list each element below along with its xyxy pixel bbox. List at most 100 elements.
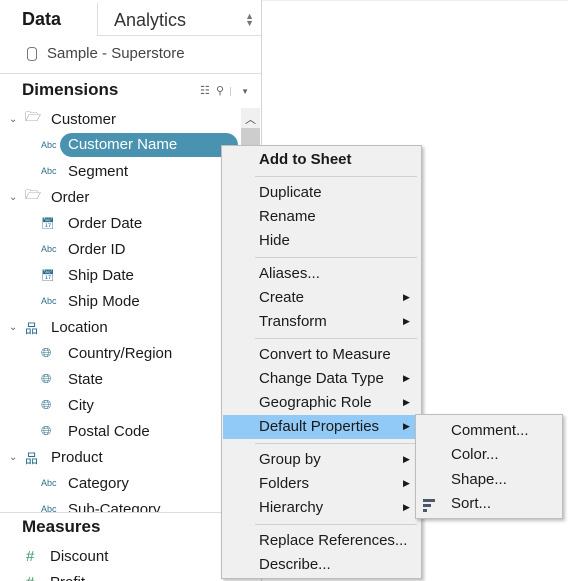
calendar-icon: 📅︎: [41, 269, 55, 282]
globe-icon: 🌐︎: [41, 423, 52, 438]
field-order-id[interactable]: Abc Order ID: [0, 236, 240, 262]
field-label: Order ID: [68, 240, 126, 258]
chevron-down-icon[interactable]: ⌄: [9, 452, 19, 463]
menu-item-default-properties[interactable]: Default Properties ▶: [223, 415, 421, 439]
menu-item-hierarchy[interactable]: Hierarchy ▶: [223, 496, 421, 520]
menu-item-group-by[interactable]: Group by ▶: [223, 448, 421, 472]
string-type-icon: Abc: [41, 296, 57, 306]
menu-item-describe[interactable]: Describe...: [223, 553, 421, 577]
submenu-arrow-icon: ▶: [403, 373, 410, 383]
view-list-icon[interactable]: ☷: [200, 85, 210, 97]
field-ship-date[interactable]: 📅︎ Ship Date: [0, 262, 240, 288]
field-label: Product: [51, 448, 103, 466]
field-label: Ship Mode: [68, 292, 140, 310]
hierarchy-icon: 品: [25, 320, 39, 336]
menu-item-change-data-type[interactable]: Change Data Type ▶: [223, 367, 421, 391]
measure-profit[interactable]: #Profit: [0, 569, 240, 581]
chevron-down-icon[interactable]: ⌄: [9, 114, 19, 125]
submenu-item-comment[interactable]: Comment...: [416, 419, 562, 443]
measures-title: Measures: [22, 517, 101, 536]
submenu-arrow-icon: ▶: [403, 502, 410, 512]
datasource-label: Sample - Superstore: [47, 45, 185, 62]
field-customer[interactable]: ⌄ 🗁 Customer: [0, 106, 240, 132]
chevron-down-icon[interactable]: ⌄: [9, 322, 19, 333]
field-product[interactable]: ⌄ 品 Product: [0, 444, 240, 470]
menu-item-aliases[interactable]: Aliases...: [223, 262, 421, 286]
menu-item-folders[interactable]: Folders ▶: [223, 472, 421, 496]
menu-item-label: Duplicate: [259, 184, 322, 201]
submenu-item-label: Comment...: [451, 422, 529, 439]
menu-item-label: Hide: [259, 232, 290, 249]
context-menu: Add to Sheet Duplicate Rename Hide Aliases..…: [221, 145, 422, 579]
field-label: State: [68, 370, 104, 388]
field-label: City: [68, 396, 94, 414]
menu-separator: [255, 524, 417, 525]
tab-data[interactable]: Data: [22, 9, 61, 30]
field-order[interactable]: ⌄ 🗁 Order: [0, 184, 240, 210]
menu-item-label: Convert to Measure: [259, 346, 391, 363]
submenu-item-color[interactable]: Color...: [416, 443, 562, 467]
sort-icon: [423, 498, 435, 512]
submenu-arrow-icon: ▶: [403, 292, 410, 302]
menu-item-create[interactable]: Create ▶: [223, 286, 421, 310]
submenu-item-sort[interactable]: Sort...: [416, 492, 562, 516]
globe-icon: 🌐︎: [41, 371, 52, 386]
menu-separator: [255, 176, 417, 177]
menu-separator: [255, 338, 417, 339]
field-postal-code[interactable]: 🌐︎ Postal Code: [0, 418, 240, 444]
submenu-arrow-icon: ▶: [403, 316, 410, 326]
menu-item-rename[interactable]: Rename: [223, 205, 421, 229]
sort-updown-icon: ▲ ▼: [245, 11, 254, 28]
menu-item-transform[interactable]: Transform ▶: [223, 310, 421, 334]
field-label: Country/Region: [68, 344, 173, 362]
menu-item-convert-to-measure[interactable]: Convert to Measure: [223, 343, 421, 367]
search-icon[interactable]: ⚲: [216, 85, 224, 97]
submenu-arrow-icon: ▶: [403, 397, 410, 407]
datasource-item[interactable]: Sample - Superstore: [27, 45, 185, 62]
selected-field-pill[interactable]: Customer Name: [60, 133, 238, 157]
field-label: Location: [51, 318, 108, 336]
menu-item-label: Transform: [259, 313, 327, 330]
string-type-icon: Abc: [41, 478, 57, 488]
number-type-icon: #: [26, 547, 35, 565]
measure-discount[interactable]: # Discount: [0, 543, 240, 569]
field-category[interactable]: Abc Category: [0, 470, 240, 496]
field-ship-mode[interactable]: Abc Ship Mode: [0, 288, 240, 314]
field-location[interactable]: ⌄ 品 Location: [0, 314, 240, 340]
globe-icon: 🌐︎: [41, 345, 52, 360]
menu-item-duplicate[interactable]: Duplicate: [223, 181, 421, 205]
submenu-arrow-icon: ▶: [403, 454, 410, 464]
menu-item-add-to-sheet[interactable]: Add to Sheet: [223, 148, 421, 172]
string-type-icon: Abc: [41, 166, 57, 176]
field-customer-name[interactable]: Abc Customer Name: [0, 132, 240, 158]
field-city[interactable]: 🌐︎ City: [0, 392, 240, 418]
field-state[interactable]: 🌐︎ State: [0, 366, 240, 392]
calendar-icon: 📅︎: [41, 217, 55, 230]
scroll-up-icon[interactable]: ︿: [245, 111, 256, 127]
dimension-tools: ☷ ⚲ ▼: [200, 84, 249, 97]
field-label: Order: [51, 188, 90, 206]
field-order-date[interactable]: 📅︎ Order Date: [0, 210, 240, 236]
folder-open-icon: 🗁: [25, 187, 42, 202]
submenu-arrow-icon: ▶: [403, 478, 410, 488]
database-icon: [27, 46, 37, 61]
menu-item-hide[interactable]: Hide: [223, 229, 421, 253]
dropdown-arrow-icon[interactable]: ▼: [230, 87, 249, 96]
menu-item-label: Create: [259, 289, 305, 306]
field-country-region[interactable]: 🌐︎ Country/Region: [0, 340, 240, 366]
submenu-item-label: Color...: [451, 446, 499, 464]
field-segment[interactable]: Abc Segment: [0, 158, 240, 184]
field-label: Postal Code: [68, 422, 150, 440]
menu-item-label: Add to Sheet: [259, 151, 352, 168]
menu-item-replace-references[interactable]: Replace References...: [223, 529, 421, 553]
menu-item-geographic-role[interactable]: Geographic Role ▶: [223, 391, 421, 415]
field-label: Customer: [51, 110, 117, 128]
submenu-item-shape[interactable]: Shape...: [416, 468, 562, 492]
folder-open-icon: 🗁: [25, 109, 42, 124]
chevron-down-icon[interactable]: ⌄: [9, 192, 19, 203]
menu-item-label: Replace References...: [259, 532, 408, 549]
hierarchy-icon: 品: [25, 450, 39, 466]
measure-label: Profit: [50, 574, 85, 581]
tab-analytics[interactable]: Analytics ▲ ▼: [97, 3, 261, 36]
tab-analytics-label: Analytics: [114, 10, 187, 30]
